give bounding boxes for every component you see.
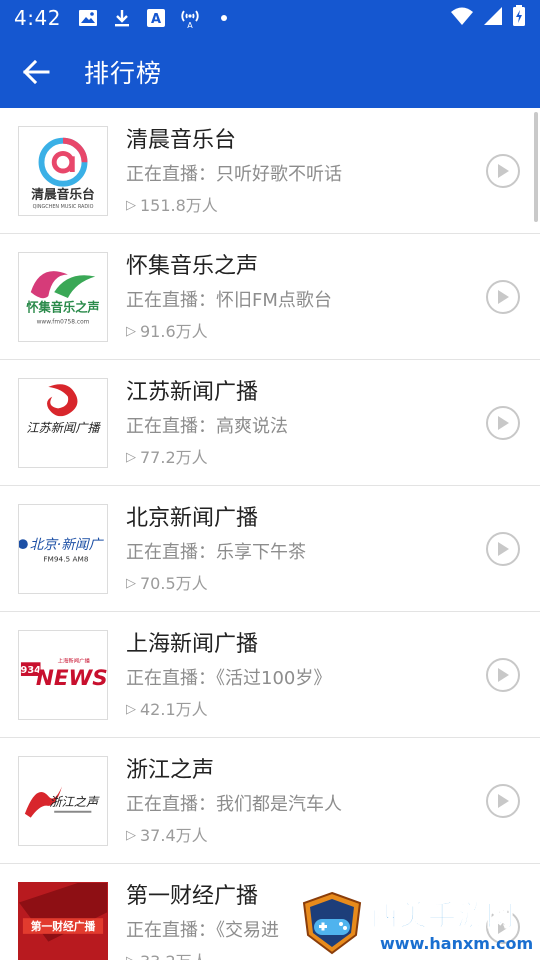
watermark-title: 西美手游网 bbox=[369, 898, 516, 932]
station-info: 清晨音乐台 正在直播：只听好歌不听话 ▷ 151.8万人 bbox=[126, 126, 470, 217]
play-button[interactable] bbox=[486, 784, 520, 818]
station-live: 正在直播：只听好歌不听话 bbox=[126, 164, 342, 185]
station-row[interactable]: 清晨音乐台 QINGCHEN MUSIC RADIO 清晨音乐台 正在直播：只听… bbox=[0, 108, 540, 234]
station-row[interactable]: 怀集音乐之声 www.fm0758.com 怀集音乐之声 正在直播：怀旧FM点歌… bbox=[0, 234, 540, 360]
back-arrow-icon bbox=[22, 59, 50, 85]
station-info: 怀集音乐之声 正在直播：怀旧FM点歌台 ▷ 91.6万人 bbox=[126, 252, 470, 343]
listeners-play-icon: ▷ bbox=[126, 450, 136, 465]
image-icon bbox=[77, 7, 99, 29]
station-row[interactable]: 上海新闻广播 934 NEWS 上海新闻广播 正在直播：《活过100岁》 ▷ 42… bbox=[0, 612, 540, 738]
listener-count-value: 37.4万人 bbox=[140, 826, 208, 845]
listeners-play-icon: ▷ bbox=[126, 576, 136, 591]
logo-text: 怀集音乐之声 bbox=[26, 300, 99, 315]
logo-text: 江苏新闻广播 bbox=[26, 421, 101, 435]
station-live: 正在直播：怀旧FM点歌台 bbox=[126, 290, 332, 311]
station-logo: 清晨音乐台 QINGCHEN MUSIC RADIO bbox=[18, 126, 108, 216]
scrollbar[interactable] bbox=[534, 112, 538, 222]
play-button[interactable] bbox=[486, 532, 520, 566]
watermark-text: 西美手游网 www.hanxm.com bbox=[369, 894, 534, 953]
station-info: 北京新闻广播 正在直播：乐享下午茶 ▷ 70.5万人 bbox=[126, 504, 470, 595]
listener-count: ▷ 42.1万人 bbox=[126, 699, 470, 721]
station-live: 正在直播：我们都是汽车人 bbox=[126, 794, 342, 815]
svg-text:A: A bbox=[187, 21, 193, 29]
listener-count-value: 70.5万人 bbox=[140, 574, 208, 593]
play-icon bbox=[498, 668, 509, 682]
station-logo: 江苏新闻广播 bbox=[18, 378, 108, 468]
station-name: 江苏新闻广播 bbox=[126, 380, 259, 405]
play-icon bbox=[498, 542, 509, 556]
status-bar: 4:42 A A bbox=[0, 0, 540, 36]
listener-count-value: 33.2万人 bbox=[140, 951, 208, 960]
logo-text: NEWS bbox=[36, 666, 107, 691]
svg-text:A: A bbox=[151, 12, 161, 27]
listener-count-value: 151.8万人 bbox=[140, 196, 218, 215]
station-row[interactable]: 江苏新闻广播 江苏新闻广播 正在直播：高爽说法 ▷ 77.2万人 bbox=[0, 360, 540, 486]
app-bar: 排行榜 bbox=[0, 36, 540, 108]
station-name: 浙江之声 bbox=[126, 758, 215, 783]
listener-count: ▷ 70.5万人 bbox=[126, 573, 470, 595]
play-button[interactable] bbox=[486, 658, 520, 692]
play-button[interactable] bbox=[486, 154, 520, 188]
listener-count: ▷ 151.8万人 bbox=[126, 195, 470, 217]
listeners-play-icon: ▷ bbox=[126, 198, 136, 213]
signal-icon bbox=[482, 6, 504, 30]
station-live: 正在直播：高爽说法 bbox=[126, 416, 288, 437]
logo-text: 清晨音乐台 bbox=[31, 186, 95, 201]
play-button[interactable] bbox=[486, 280, 520, 314]
font-icon: A bbox=[145, 7, 167, 29]
station-logo: 怀集音乐之声 www.fm0758.com bbox=[18, 252, 108, 342]
station-list[interactable]: 清晨音乐台 QINGCHEN MUSIC RADIO 清晨音乐台 正在直播：只听… bbox=[0, 108, 540, 960]
back-button[interactable] bbox=[0, 36, 72, 108]
watermark: 西美手游网 www.hanxm.com bbox=[300, 886, 540, 960]
listeners-play-icon: ▷ bbox=[126, 828, 136, 843]
listener-count: ▷ 37.4万人 bbox=[126, 825, 470, 847]
logo-subtext: www.fm0758.com bbox=[37, 319, 90, 325]
station-info: 浙江之声 正在直播：我们都是汽车人 ▷ 37.4万人 bbox=[126, 756, 470, 847]
station-logo: 北京·新闻广 FM94.5 AM8 bbox=[18, 504, 108, 594]
listeners-play-icon: ▷ bbox=[126, 324, 136, 339]
station-live: 正在直播：《活过100岁》 bbox=[126, 668, 332, 689]
page-title: 排行榜 bbox=[84, 59, 163, 88]
station-name: 上海新闻广播 bbox=[126, 632, 259, 657]
play-icon bbox=[498, 164, 509, 178]
watermark-url: www.hanxm.com bbox=[380, 933, 534, 953]
logo-top-text: 上海新闻广播 bbox=[58, 656, 91, 664]
station-name: 清晨音乐台 bbox=[126, 128, 237, 153]
gamepad-shield-icon bbox=[302, 891, 362, 955]
station-info: 上海新闻广播 正在直播：《活过100岁》 ▷ 42.1万人 bbox=[126, 630, 470, 721]
station-logo: 上海新闻广播 934 NEWS bbox=[18, 630, 108, 720]
status-time: 4:42 bbox=[14, 6, 61, 30]
station-live: 正在直播：乐享下午茶 bbox=[126, 542, 306, 563]
listener-count: ▷ 77.2万人 bbox=[126, 447, 470, 469]
wireless-icon: A bbox=[179, 7, 201, 29]
logo-text: 北京·新闻广 bbox=[30, 537, 105, 553]
logo-text: 第一财经广播 bbox=[31, 920, 96, 933]
listeners-play-icon: ▷ bbox=[126, 702, 136, 717]
listener-count-value: 77.2万人 bbox=[140, 448, 208, 467]
play-button[interactable] bbox=[486, 406, 520, 440]
station-row[interactable]: 浙江之声 浙江之声 正在直播：我们都是汽车人 ▷ 37.4万人 bbox=[0, 738, 540, 864]
logo-subtext: QINGCHEN MUSIC RADIO bbox=[33, 204, 94, 210]
play-icon bbox=[498, 290, 509, 304]
station-logo: 第一财经广播 bbox=[18, 882, 108, 960]
battery-icon bbox=[512, 5, 526, 31]
play-icon bbox=[498, 794, 509, 808]
wifi-icon bbox=[450, 6, 474, 30]
station-name: 北京新闻广播 bbox=[126, 506, 259, 531]
station-info: 江苏新闻广播 正在直播：高爽说法 ▷ 77.2万人 bbox=[126, 378, 470, 469]
dot-icon bbox=[213, 7, 235, 29]
listener-count-value: 91.6万人 bbox=[140, 322, 208, 341]
station-row[interactable]: 北京·新闻广 FM94.5 AM8 北京新闻广播 正在直播：乐享下午茶 ▷ 70.… bbox=[0, 486, 540, 612]
listener-count-value: 42.1万人 bbox=[140, 700, 208, 719]
play-icon bbox=[498, 416, 509, 430]
download-icon bbox=[111, 7, 133, 29]
logo-text: 浙江之声 bbox=[49, 795, 100, 809]
station-name: 怀集音乐之声 bbox=[126, 254, 259, 279]
status-right-group bbox=[450, 5, 526, 31]
logo-subtext: FM94.5 AM8 bbox=[43, 555, 89, 564]
station-logo: 浙江之声 bbox=[18, 756, 108, 846]
listeners-play-icon: ▷ bbox=[126, 951, 136, 960]
listener-count: ▷ 91.6万人 bbox=[126, 321, 470, 343]
